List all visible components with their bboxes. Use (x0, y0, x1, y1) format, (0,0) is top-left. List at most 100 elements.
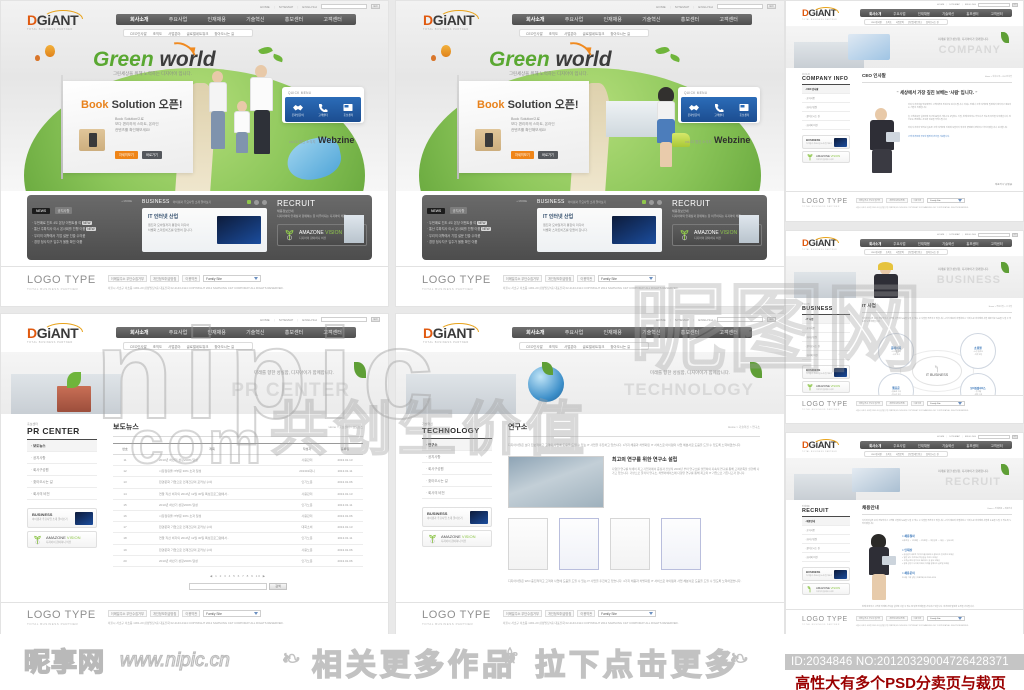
footer-link-terms[interactable]: 이용약관 (910, 198, 925, 203)
nav-item-recruit[interactable]: 인재채용 (207, 329, 225, 336)
lnb-item-notice[interactable]: · 공지사항 (27, 452, 97, 464)
lnb-item-notice[interactable]: · 공지사항 (802, 526, 850, 535)
lnb-amazone-banner[interactable]: AMAZONE VISION 디지아이 참여하니 비전 (802, 151, 850, 163)
subnav-item-global[interactable]: 글로벌네트워크 (187, 344, 209, 349)
subnav-item-directions[interactable]: 찾아오시는 길 (610, 344, 630, 349)
site-logo[interactable]: DGiANT TOTAL BUSINESS PARTNER (802, 439, 839, 453)
lnb-item-members[interactable]: · 회사구성원 (422, 463, 492, 475)
subnav-item-directions[interactable]: 찾아오시는 길 (610, 31, 630, 36)
footer-links[interactable]: 이메일주소 무단수집거부 개인정보취급방침 이용약관 Family Site (107, 610, 362, 617)
lnb-menu[interactable]: · 보도뉴스 · 공지사항 · 회사구성원 · 찾아오시는 길 · 회사의 비전 (27, 440, 97, 500)
list-item[interactable]: · 경영 정사지구 입주가 물품 확인 이룹 (427, 239, 527, 245)
nav-item-technology[interactable]: 기술혁신 (942, 11, 954, 16)
lnb-menu[interactable]: · IT 사업 · 공지사항 · 회사구성원 · 찾아오시는 길 · 회사의 비… (802, 315, 850, 360)
quick-item-pr[interactable]: 홍보센터 (732, 97, 757, 122)
list-search-button[interactable]: 검색 (269, 582, 287, 590)
lnb-item-recruit-info[interactable]: · 채용안내 (802, 517, 850, 526)
lnb-item-notice[interactable]: · 공지사항 (802, 94, 850, 103)
nav-item-technology[interactable]: 기술혁신 (642, 329, 660, 336)
footer-link-email[interactable]: 이메일주소 무단수집거부 (855, 616, 884, 621)
subnav-item-directions[interactable]: 찾아오시는 길 (926, 452, 939, 456)
nav-item-pr[interactable]: 홍보센터 (681, 16, 699, 23)
site-logo[interactable]: DGiANT TOTAL BUSINESS PARTNER (27, 10, 83, 32)
subnav-item-ceo[interactable]: CEO인사말 (130, 344, 147, 349)
utility-bar[interactable]: HOME | SITEMAP | ENGLISH GO (937, 3, 1018, 7)
subnav-item-directions[interactable]: 찾아오시는 길 (214, 31, 234, 36)
quick-menu-box[interactable]: 온라인문의 고객센터 홍보센터 (285, 97, 361, 122)
sub-nav[interactable]: CEO인사말 조직도 사업분야 글로벌네트워크 찾아오시는 길 (123, 342, 253, 350)
footer-links[interactable]: 이메일주소 무단수집거부 개인정보취급방침 이용약관 Family Site (855, 198, 1007, 203)
lnb-item-directions[interactable]: · 찾아오시는 길 (802, 112, 850, 121)
utility-home[interactable]: HOME (260, 5, 270, 9)
nav-item-business[interactable]: 주요사업 (169, 329, 187, 336)
news-more-link[interactable]: + MORE (121, 199, 132, 203)
nav-item-recruit[interactable]: 인재채용 (603, 16, 621, 23)
quick-menu[interactable]: QUICK MENU 온라인문의 고객센터 홍보센터 (678, 87, 760, 123)
lnb-item-it[interactable]: · IT 사업 (802, 315, 850, 324)
hero-banner-card[interactable]: Book Solution 오픈! Book Solution으로 보다 편리하… (457, 75, 589, 179)
footer-link-terms[interactable]: 이용약관 (910, 401, 925, 406)
diagram-node-shop[interactable]: 쇼핑몰 - 쇼핑 솔루션 - 마켓 연동 (960, 332, 996, 369)
global-nav[interactable]: 회사소개 주요사업 인재채용 기술혁신 홍보센터 고객센터 (860, 441, 1012, 449)
site-logo[interactable]: DGiANT TOTAL BUSINESS PARTNER (423, 323, 479, 345)
lnb-business-banner[interactable]: BUSINESS 아이템과 주요사업 소개 알아보기 (802, 567, 850, 581)
left-nav[interactable]: 인재채용 RECRUIT · 채용안내 · 공지사항 · 회사구성원 · 찾아오… (802, 505, 850, 595)
global-nav[interactable]: 회사소개 주요사업 인재채용 기술혁신 홍보센터 고객센터 (860, 239, 1012, 247)
sub-nav[interactable]: CEO인사말 조직도 사업분야 글로벌네트워크 찾아오시는 길 (519, 342, 649, 350)
subnav-item-directions[interactable]: 찾아오시는 길 (214, 344, 234, 349)
footer-link-email[interactable]: 이메일주소 무단수집거부 (107, 275, 147, 282)
cell-title[interactable]: 환경문화 기업으로 인재건강의 포커싱 수여 (137, 544, 287, 556)
search-input[interactable] (978, 233, 1010, 237)
subnav-item-org[interactable]: 조직도 (886, 452, 892, 456)
table-row[interactable]: 16 시장점유율 IT부문 30% 초과 달성 사용관리 2013.01.06 (113, 510, 363, 523)
search-go-button[interactable]: GO (767, 4, 776, 9)
subnav-item-field[interactable]: 사업분야 (896, 250, 904, 254)
search-go-button[interactable]: GO (371, 4, 380, 9)
utility-home[interactable]: HOME (937, 4, 944, 6)
utility-bar[interactable]: HOME | SITEMAP | ENGLISH GO (260, 317, 380, 322)
search-go-button[interactable]: GO (767, 317, 776, 322)
lnb-business-banner[interactable]: BUSINESS 아이템과 주요사업 소개 알아보기 (802, 365, 850, 379)
cell-title[interactable]: 시장점유율 IT부문 30% 초과 달성 (137, 510, 287, 523)
search-go-button[interactable]: GO (371, 317, 380, 322)
site-logo[interactable]: DGiANT TOTAL BUSINESS PARTNER (802, 237, 839, 251)
utility-home[interactable]: HOME (937, 436, 944, 438)
footer-links[interactable]: 이메일주소 무단수집거부 개인정보취급방침 이용약관 Family Site (502, 275, 758, 282)
family-site-select[interactable]: Family Site (927, 401, 966, 406)
cell-title[interactable]: 연말 직선 비자의 2010년 12월 30일 특성프로그램에서.. (137, 488, 287, 500)
lnb-item-directions[interactable]: · 찾아오시는 길 (422, 475, 492, 487)
sub-nav[interactable]: CEO인사말 조직도 사업분야 글로벌네트워크 찾아오시는 길 (864, 451, 948, 457)
search-input[interactable] (978, 3, 1010, 7)
business-dot-green[interactable] (247, 200, 251, 204)
utility-home[interactable]: HOME (656, 318, 666, 322)
site-logo[interactable]: DGiANT TOTAL BUSINESS PARTNER (802, 7, 839, 21)
pagination[interactable]: ◀ 1 2 3 4 5 6 7 8 9 10 ▶ (113, 574, 363, 578)
quick-item-inquiry[interactable]: 온라인문의 (285, 97, 310, 122)
utility-english[interactable]: ENGLISH (698, 318, 713, 322)
utility-english[interactable]: ENGLISH (965, 234, 976, 236)
subnav-item-ceo[interactable]: CEO인사말 (871, 250, 882, 254)
lnb-item-notice[interactable]: · 공지사항 (422, 451, 492, 463)
table-row[interactable]: 13 환경문화 기업으로 인재건강의 포커싱 수여 인기노문 2013.01.06 (113, 476, 363, 489)
search-input[interactable] (321, 4, 367, 9)
cell-title[interactable]: 연말 직선 비자의 2010년 12월 30일 특성프로그램에서.. (137, 532, 287, 545)
global-nav[interactable]: 회사소개 주요사업 인재채용 기술혁신 홍보센터 고객센터 (860, 9, 1012, 17)
left-nav[interactable]: 기술혁신 TECHNOLOGY · 연구소 · 공지사항 · 회사구성원 · 찾… (422, 422, 492, 547)
utility-english[interactable]: ENGLISH (698, 5, 713, 9)
business-prev-button[interactable] (649, 199, 654, 205)
nav-item-company[interactable]: 회사소개 (130, 329, 148, 336)
subnav-item-directions[interactable]: 찾아오시는 길 (926, 20, 939, 24)
subnav-item-ceo[interactable]: CEO인사말 (526, 31, 543, 36)
footer-link-email[interactable]: 이메일주소 무단수집거부 (855, 401, 884, 406)
sub-nav[interactable]: CEO인사말 조직도 사업분야 글로벌네트워크 찾아오시는 길 (864, 19, 948, 25)
quick-item-support[interactable]: 고객센터 (706, 97, 731, 122)
footer-link-privacy[interactable]: 개인정보취급방침 (149, 610, 180, 617)
nav-item-company[interactable]: 회사소개 (130, 16, 148, 23)
panel-main-family[interactable]: HOME | SITEMAP | ENGLISH GO DGiANT TOTAL… (0, 0, 389, 307)
footer-links[interactable]: 이메일주소 무단수집거부 개인정보취급방침 이용약관 Family Site (855, 401, 1007, 406)
global-nav[interactable]: 회사소개 주요사업 인재채용 기술혁신 홍보센터 고객센터 (116, 327, 356, 338)
footer-link-terms[interactable]: 이용약관 (577, 275, 596, 282)
subnav-item-field[interactable]: 사업분야 (564, 344, 576, 349)
nav-item-business[interactable]: 주요사업 (893, 443, 905, 448)
lnb-item-notice[interactable]: · 공지사항 (802, 324, 850, 333)
